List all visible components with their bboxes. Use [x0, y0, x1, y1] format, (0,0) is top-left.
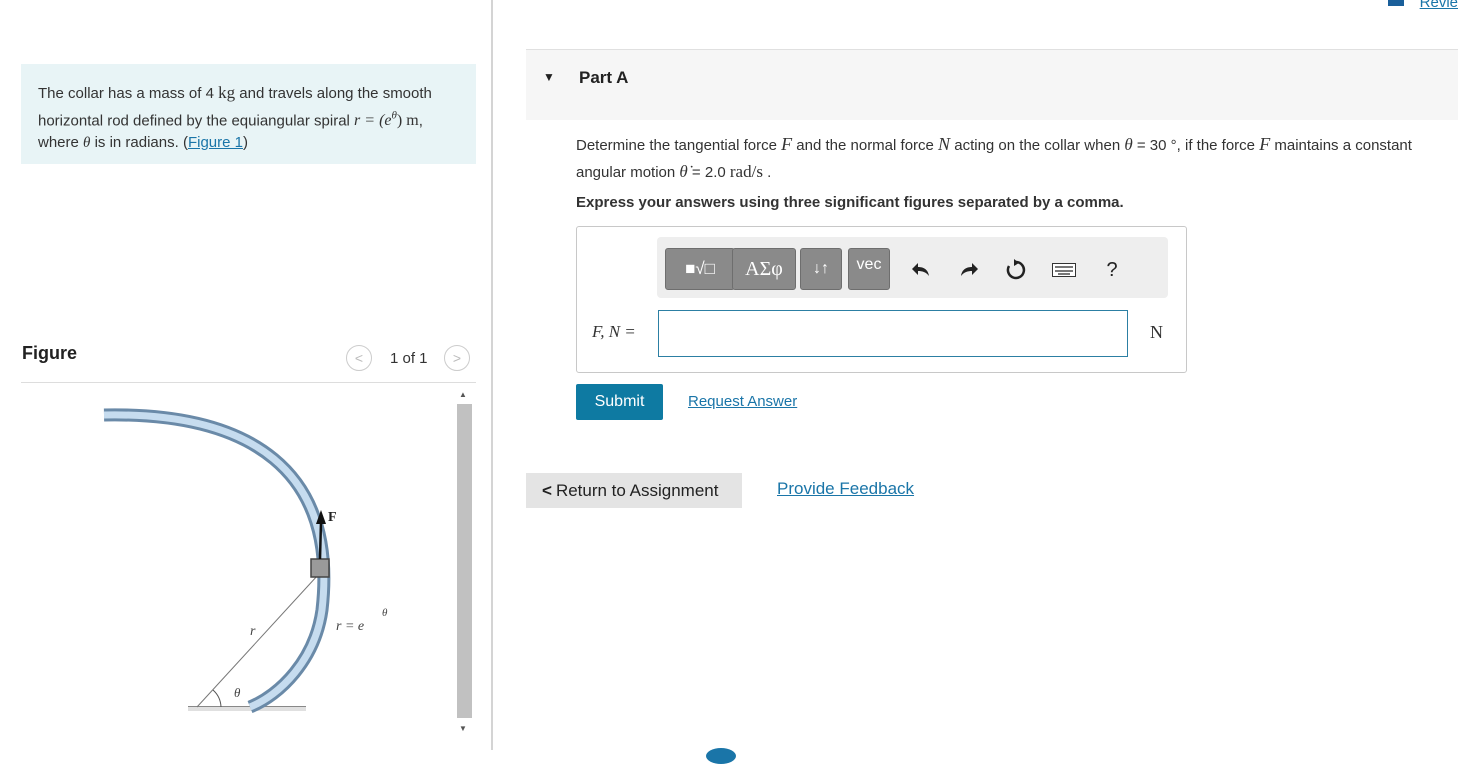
spiral-label: r = e [336, 619, 364, 634]
spiral-exponent: θ [382, 607, 388, 619]
review-link[interactable]: Revie [1420, 0, 1458, 11]
problem-text: is in radians. ( [90, 134, 188, 152]
arrows-button[interactable]: ↓↑ [800, 248, 842, 290]
angle-arc [212, 689, 222, 708]
next-figure-button[interactable]: > [444, 345, 470, 371]
angle-label: θ [234, 685, 241, 700]
chevron-left-icon: < [354, 350, 364, 366]
answer-instruction: Express your answers using three signifi… [576, 194, 1124, 211]
radius-line [196, 574, 319, 708]
math-toolbar: ■√□ ΑΣφ ↓↑ vec ? [657, 237, 1168, 298]
review-icon [1388, 0, 1404, 6]
radius-label: r [250, 624, 256, 639]
normal-symbol: N [938, 134, 951, 154]
problem-statement: The collar has a mass of 4 kg and travel… [21, 64, 476, 164]
spiral-rod-figure: F r r = e θ θ [103, 408, 388, 714]
spiral-rod-highlight [103, 411, 328, 711]
ground-hatch [188, 707, 306, 711]
undo-icon[interactable] [908, 256, 934, 284]
force-arrow [318, 520, 323, 560]
part-title: Part A [579, 68, 629, 87]
greek-symbols-button[interactable]: ΑΣφ [732, 248, 796, 290]
chevron-right-icon: > [452, 350, 462, 366]
scroll-down-icon[interactable]: ▼ [459, 724, 467, 733]
rate-unit: rad/s [729, 162, 763, 181]
force-label: F [328, 510, 337, 525]
help-icon[interactable]: ? [1099, 256, 1125, 284]
question-text: Determine the tangential force F and the… [576, 134, 1412, 181]
problem-text: The collar has a mass of 4 [38, 85, 219, 102]
provide-feedback-link[interactable]: Provide Feedback [777, 479, 914, 499]
chat-widget-icon[interactable] [706, 748, 736, 764]
answer-label: F, N = [592, 322, 636, 341]
previous-figure-button[interactable]: < [346, 345, 372, 371]
force-symbol: F [781, 134, 793, 154]
scroll-up-icon[interactable]: ▲ [459, 390, 467, 399]
spiral-rod [103, 408, 331, 714]
force-symbol: F [1259, 134, 1271, 154]
reset-icon[interactable] [1003, 256, 1029, 284]
templates-button[interactable]: ■√□ [665, 248, 735, 290]
spiral-equation: r = (eθ) m [354, 110, 419, 130]
answer-unit: N [1150, 322, 1163, 342]
pane-divider [491, 0, 493, 750]
vector-button[interactable]: vec [848, 248, 890, 290]
keyboard-icon[interactable] [1051, 256, 1077, 284]
divider [21, 382, 476, 383]
figure-counter: 1 of 1 [390, 350, 428, 367]
request-answer-link[interactable]: Request Answer [688, 393, 797, 410]
submit-button[interactable]: Submit [576, 384, 663, 420]
redo-icon[interactable] [956, 256, 982, 284]
return-to-assignment-button[interactable]: < Return to Assignment [526, 473, 742, 508]
theta-dot-symbol: θ̇ [679, 162, 688, 181]
return-label: Return to Assignment [555, 480, 719, 500]
collar [310, 558, 330, 578]
mass-unit: kg [218, 83, 236, 102]
figure-link[interactable]: Figure 1 [188, 134, 243, 151]
theta-symbol: θ [1124, 135, 1133, 154]
chevron-left-icon: < [542, 480, 552, 500]
caret-down-icon[interactable]: ▼ [543, 70, 555, 84]
figure-title: Figure [22, 343, 78, 363]
scrollbar-thumb[interactable] [457, 404, 472, 718]
answer-input[interactable] [658, 310, 1128, 357]
part-header[interactable] [526, 50, 1458, 120]
